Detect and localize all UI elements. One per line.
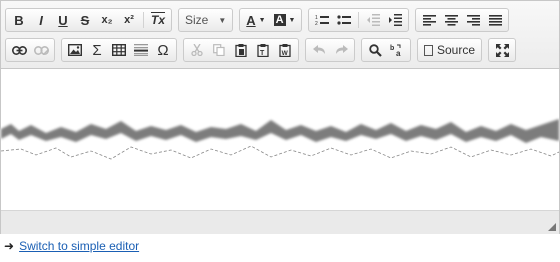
insert-group: Σ Ω [61, 38, 177, 62]
remove-format-button[interactable]: Tx [147, 10, 169, 30]
undo-icon[interactable] [308, 40, 330, 60]
sigma-icon[interactable]: Σ [86, 40, 108, 60]
list-indent-group: 12 [308, 8, 410, 32]
editor-statusbar [1, 210, 559, 234]
source-label: Source [437, 43, 476, 57]
bulleted-list-icon[interactable] [333, 10, 355, 30]
find-icon[interactable] [364, 40, 386, 60]
chevron-down-icon: ▼ [258, 16, 266, 24]
unlink-icon[interactable] [30, 40, 52, 60]
background-color-button[interactable]: A ▼ [270, 10, 300, 30]
chevron-down-icon: ▼ [218, 15, 227, 25]
toolbar-row-1: B I U S x₂ x² Tx Size ▼ A ▼ A ▼ 1 2 [5, 7, 515, 33]
font-size-select[interactable]: Size ▼ [178, 8, 234, 32]
subscript-button[interactable]: x₂ [96, 10, 118, 30]
horizontal-rule-icon[interactable] [130, 40, 152, 60]
align-left-icon[interactable] [418, 10, 440, 30]
svg-text:a: a [396, 49, 401, 57]
numbered-list-icon[interactable]: 12 [311, 10, 333, 30]
link-icon[interactable] [8, 40, 30, 60]
rich-text-editor: B I U S x₂ x² Tx Size ▼ A ▼ A ▼ 1 2 Σ Ω … [0, 0, 560, 234]
clipboard-group: T W [183, 38, 299, 62]
editor-content-area[interactable] [1, 69, 559, 209]
bold-button[interactable]: B [8, 10, 30, 30]
replace-icon[interactable]: ba [386, 40, 408, 60]
toolbar-row-2: Σ Ω T W b a Source [5, 37, 522, 63]
source-button[interactable]: Source [420, 40, 479, 60]
background-color-icon: A [273, 14, 286, 26]
paste-word-icon[interactable]: W [274, 40, 296, 60]
svg-text:T: T [260, 50, 265, 57]
basic-styles-group: B I U S x₂ x² Tx [5, 8, 172, 32]
links-group [5, 38, 55, 62]
cut-icon[interactable] [186, 40, 208, 60]
resize-handle-icon[interactable] [548, 223, 556, 231]
redo-icon[interactable] [330, 40, 352, 60]
omega-icon[interactable]: Ω [152, 40, 174, 60]
chevron-down-icon: ▼ [288, 16, 296, 24]
maximize-group [488, 38, 517, 62]
colors-group: A ▼ A ▼ [239, 8, 303, 32]
switch-to-simple-editor-link[interactable]: Switch to simple editor [19, 239, 139, 253]
alignment-group [415, 8, 510, 32]
undo-group [305, 38, 355, 62]
text-color-button[interactable]: A ▼ [242, 10, 269, 30]
table-icon[interactable] [108, 40, 130, 60]
italic-button[interactable]: I [30, 10, 52, 30]
image-icon[interactable] [64, 40, 86, 60]
svg-text:b: b [390, 45, 394, 52]
indent-icon[interactable] [384, 10, 406, 30]
paste-icon[interactable] [230, 40, 252, 60]
copy-icon[interactable] [208, 40, 230, 60]
text-color-icon: A [246, 12, 256, 28]
arrow-right-icon: ➜ [4, 239, 15, 253]
separator [143, 12, 144, 28]
font-size-label: Size [185, 13, 209, 27]
find-group: ba [361, 38, 411, 62]
source-icon [424, 44, 433, 56]
align-right-icon[interactable] [462, 10, 484, 30]
switch-editor-row: ➜ Switch to simple editor [4, 239, 139, 253]
editor-toolbar: B I U S x₂ x² Tx Size ▼ A ▼ A ▼ 1 2 Σ Ω … [1, 1, 559, 69]
maximize-icon[interactable] [491, 40, 513, 60]
separator [358, 12, 360, 28]
justify-icon[interactable] [484, 10, 506, 30]
outdent-icon[interactable] [362, 10, 384, 30]
source-group: Source [417, 38, 483, 62]
superscript-button[interactable]: x² [118, 10, 140, 30]
underline-button[interactable]: U [52, 10, 74, 30]
strikethrough-button[interactable]: S [74, 10, 96, 30]
paste-text-icon[interactable]: T [252, 40, 274, 60]
svg-text:2: 2 [315, 21, 318, 26]
torn-paper-image [1, 119, 559, 160]
svg-text:W: W [282, 50, 289, 57]
align-center-icon[interactable] [440, 10, 462, 30]
